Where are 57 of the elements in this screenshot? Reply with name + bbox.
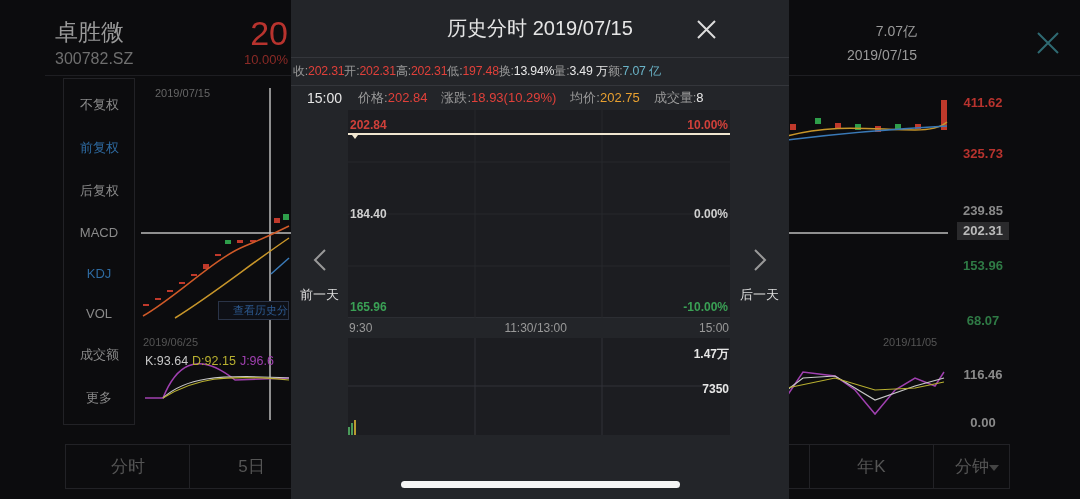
percent-label: 10.00% — [687, 118, 728, 132]
quote-stat: 量:3.49 万 — [554, 63, 608, 80]
axis-label: 0.00 — [970, 415, 996, 431]
menu-item[interactable]: 更多 — [86, 389, 112, 408]
menu-item[interactable]: 后复权 — [79, 182, 119, 201]
price-label: 165.96 — [350, 300, 387, 314]
axis-label: 411.62 — [963, 95, 1003, 111]
axis-label: 68.07 — [966, 313, 1000, 329]
chart-date: 2019/06/25 — [143, 336, 199, 348]
axis-label: 239.85 — [963, 203, 1003, 219]
price-label: 184.40 — [350, 207, 387, 221]
menu-item[interactable]: MACD — [79, 225, 119, 241]
menu-item[interactable]: KDJ — [86, 265, 112, 281]
turnover-amount: 7.07亿 — [875, 22, 917, 41]
next-day-button[interactable]: 后一天 — [740, 286, 779, 304]
time-label: 9:30 — [349, 321, 373, 336]
tick-stat: 成交量:8 — [653, 89, 704, 107]
time-label: 15:00 — [698, 321, 729, 336]
axis-label: 325.73 — [963, 146, 1003, 162]
quote-stat: 开:202.31 — [344, 63, 396, 80]
kdj-value: D:92.15 — [192, 354, 236, 368]
previous-day-button[interactable]: 前一天 — [300, 286, 339, 304]
chart-date: 2019/11/05 — [883, 336, 938, 348]
menu-item[interactable]: VOL — [86, 305, 112, 321]
percent-label: 0.00% — [693, 207, 728, 221]
tick-stat: 均价:202.75 — [570, 89, 640, 107]
dropdown-icon — [989, 465, 999, 471]
change-percent: 10.00% — [243, 52, 288, 68]
stock-name: 卓胜微 — [55, 18, 125, 47]
quote-stat: 额:7.07 亿 — [607, 63, 661, 80]
quote-stat: 收:202.31 — [293, 63, 345, 80]
price-label: 202.84 — [350, 118, 387, 132]
time-label: 11:30/13:00 — [504, 321, 567, 336]
volume-bars — [348, 420, 357, 435]
quote-stat: 高:202.31 — [395, 63, 448, 80]
stock-code: 300782.SZ — [55, 49, 135, 69]
stock-price: 20 — [250, 14, 288, 52]
menu-item[interactable]: 前复权 — [79, 138, 119, 157]
tick-stat: 价格:202.84 — [358, 89, 428, 107]
chart-date: 2019/07/15 — [155, 87, 211, 99]
tick-stat: 涨跌:18.93(10.29%) — [441, 89, 557, 107]
kdj-value: K:93.64 — [145, 354, 189, 368]
menu-item[interactable]: 成交额 — [79, 346, 119, 365]
cursor-price-label: 202.31 — [957, 222, 1009, 240]
axis-label: 153.96 — [963, 258, 1003, 274]
cursor-time: 15:00 — [307, 90, 343, 106]
next-icon[interactable] — [752, 248, 767, 272]
volume-label: 7350 — [702, 382, 729, 397]
axis-label: 116.46 — [963, 367, 1003, 383]
volume-label: 1.47万 — [693, 346, 729, 364]
quote-stat: 换:13.94% — [498, 63, 555, 80]
percent-label: -10.00% — [683, 300, 728, 314]
quote-date: 2019/07/15 — [846, 46, 917, 65]
previous-icon[interactable] — [312, 248, 327, 272]
quote-stat: 低:197.48 — [447, 63, 499, 80]
menu-item[interactable]: 不复权 — [79, 95, 119, 114]
dialog-title: 历史分时 2019/07/15 — [447, 16, 633, 41]
